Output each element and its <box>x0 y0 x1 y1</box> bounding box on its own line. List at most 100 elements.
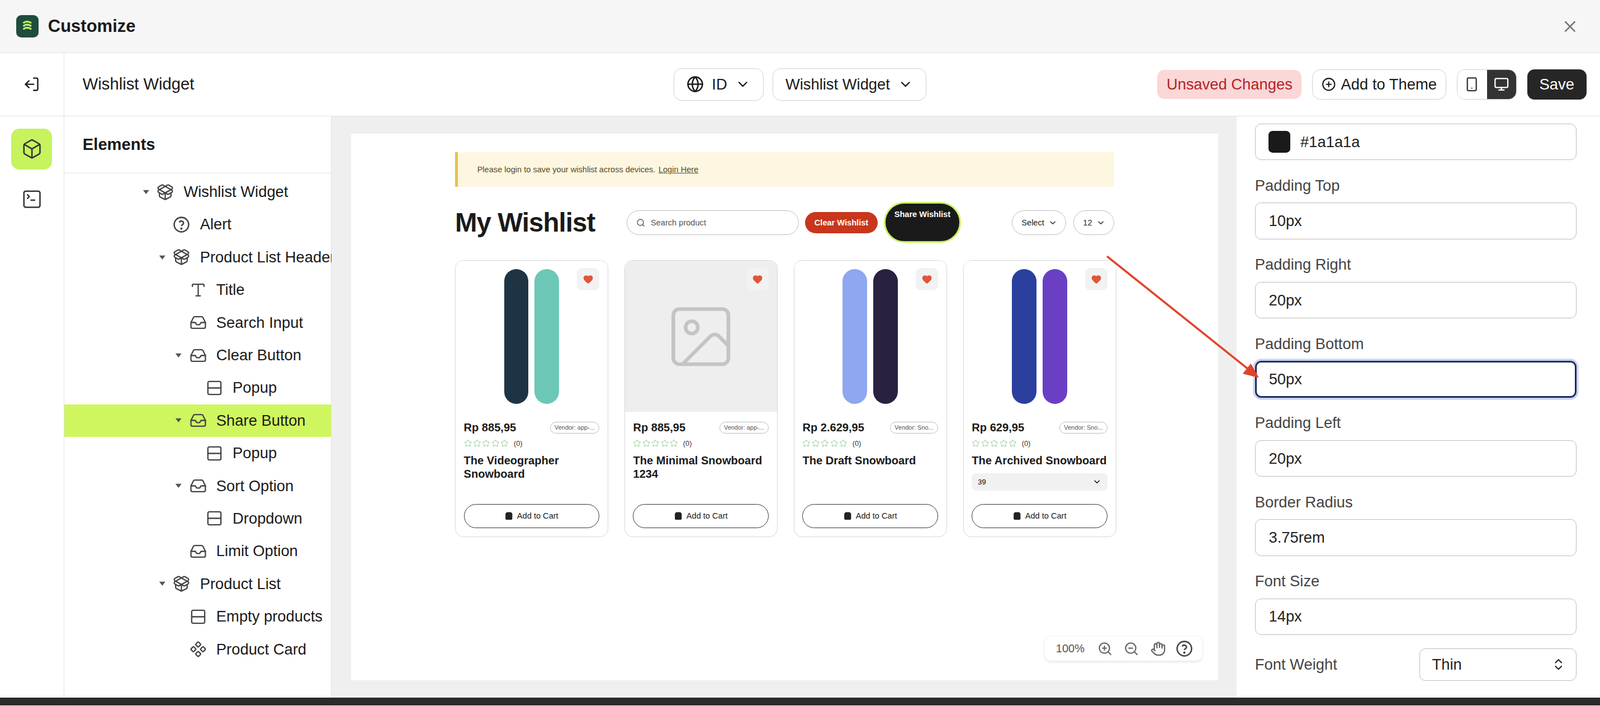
caret-icon[interactable] <box>174 351 183 360</box>
desktop-button[interactable] <box>1487 69 1517 100</box>
color-swatch[interactable] <box>1268 130 1290 153</box>
star-icon <box>971 438 981 448</box>
product-name[interactable]: The Draft Snowboard <box>802 453 939 467</box>
price-row: Rp 2.629,95Vendor: Sno... <box>802 420 939 434</box>
product-image <box>455 260 608 412</box>
zoom-out-button[interactable] <box>1120 637 1143 659</box>
color-field[interactable]: #1a1a1a <box>1255 123 1577 161</box>
wishlist-toggle[interactable] <box>915 267 939 291</box>
star-icon <box>472 438 482 448</box>
add-to-cart-button[interactable]: Add to Cart <box>971 503 1108 529</box>
help-button[interactable] <box>1173 637 1196 659</box>
add-to-cart-button[interactable]: Add to Cart <box>464 503 600 529</box>
pan-button[interactable] <box>1146 637 1169 659</box>
product-name[interactable]: The Archived Snowboard <box>971 453 1108 467</box>
product-card[interactable]: Rp 885,95Vendor: app-... (0) The Minimal S… <box>624 259 778 537</box>
property-input[interactable]: 50px <box>1255 360 1577 398</box>
tree-item[interactable]: Sort Option <box>64 469 331 502</box>
clear-wishlist-button[interactable]: Clear Wishlist <box>805 211 878 234</box>
exit-cell <box>0 53 65 116</box>
tree-item[interactable]: Product List <box>64 567 331 600</box>
login-link[interactable]: Login Here <box>658 164 699 174</box>
tree-item[interactable]: Product Card <box>64 632 331 665</box>
section-icon <box>205 444 224 462</box>
star-icon <box>660 438 670 448</box>
property-input[interactable]: 20px <box>1255 281 1577 319</box>
chevron-down-icon <box>1096 218 1106 227</box>
rating: (0) <box>632 438 769 448</box>
star-icon <box>990 438 999 448</box>
product-card[interactable]: Rp 885,95Vendor: app-...(0)The Videograp… <box>455 259 609 537</box>
plus-icon <box>1321 77 1337 92</box>
tree-item[interactable]: Alert <box>64 207 331 241</box>
caret-icon[interactable] <box>158 579 167 588</box>
property-input[interactable]: 14px <box>1255 598 1577 636</box>
bag-icon <box>674 511 683 520</box>
star-icon <box>481 438 491 448</box>
tree-item[interactable]: Limit Option <box>64 534 331 567</box>
caret-icon[interactable] <box>158 253 167 262</box>
widget-icon <box>172 248 191 266</box>
exit-icon[interactable] <box>23 76 40 93</box>
product-name[interactable]: The Minimal Snowboard 1234 <box>632 453 769 481</box>
chevron-down-icon <box>735 76 751 92</box>
tree-item[interactable]: Search Input <box>64 305 331 339</box>
variant-select[interactable]: 39 <box>971 472 1108 491</box>
close-button[interactable] <box>1556 12 1584 40</box>
tree-item[interactable]: Wishlist Widget <box>64 175 331 208</box>
tree-item[interactable]: Share Button <box>64 404 331 437</box>
property-input[interactable]: 20px <box>1255 439 1577 477</box>
element-icon <box>189 542 207 560</box>
price-row: Rp 885,95Vendor: app-... <box>464 420 600 434</box>
wishlist-toggle[interactable] <box>746 267 769 291</box>
property-input[interactable]: 10px <box>1255 202 1577 240</box>
product-name[interactable]: The Videographer Snowboard <box>464 453 600 481</box>
property-row: Padding Bottom 50px <box>1255 318 1577 397</box>
save-button[interactable]: Save <box>1527 69 1587 101</box>
caret-icon[interactable] <box>174 415 183 425</box>
sort-select[interactable]: Select <box>1011 210 1067 235</box>
add-to-theme-button[interactable]: Add to Theme <box>1312 69 1447 101</box>
tree-item[interactable]: Dropdown <box>64 502 331 535</box>
card-body: Rp 885,95Vendor: app-... (0) The Minimal S… <box>625 411 778 536</box>
star-icon <box>811 438 821 448</box>
review-count: (0) <box>1021 438 1031 448</box>
vendor-tag: Vendor: Sno... <box>890 421 939 434</box>
tree-item[interactable]: Clear Button <box>64 338 331 372</box>
card-body: Rp 629,95Vendor: Sno...(0)The Archived S… <box>963 411 1116 536</box>
tree-item[interactable]: Empty products <box>64 599 331 633</box>
limit-select[interactable]: 12 <box>1073 210 1115 235</box>
add-to-cart-button[interactable]: Add to Cart <box>632 503 769 529</box>
search-input[interactable]: Search product <box>626 210 799 235</box>
elements-tab[interactable] <box>11 128 52 170</box>
product-image <box>963 260 1116 412</box>
code-tab[interactable] <box>11 178 52 220</box>
share-wishlist-button[interactable]: Share Wishlist <box>883 201 962 243</box>
vendor-tag: Vendor: Sno... <box>1059 421 1108 434</box>
tree-item[interactable]: Popup <box>64 436 331 470</box>
star-icon <box>500 438 509 448</box>
add-to-cart-button[interactable]: Add to Cart <box>802 503 939 529</box>
zoom-in-icon <box>1097 640 1113 656</box>
toolbar: Wishlist WidgetIDWishlist WidgetUnsaved … <box>0 53 1600 117</box>
element-icon <box>189 313 207 331</box>
wishlist-toggle[interactable] <box>1085 267 1108 291</box>
property-label: Padding Bottom <box>1255 334 1577 353</box>
tree-item[interactable]: Popup <box>64 371 331 404</box>
template-select[interactable]: Wishlist Widget <box>772 68 927 101</box>
caret-icon[interactable] <box>141 187 151 197</box>
mobile-button[interactable] <box>1457 69 1488 100</box>
product-card[interactable]: Rp 629,95Vendor: Sno...(0)The Archived S… <box>963 259 1117 537</box>
tree-item[interactable]: Product List Header <box>64 240 331 274</box>
device-toggle <box>1456 69 1518 101</box>
zoom-in-button[interactable] <box>1093 637 1116 659</box>
language-select[interactable]: ID <box>673 68 764 101</box>
font-weight-select[interactable]: Thin <box>1419 647 1577 681</box>
property-input[interactable]: 3.75rem <box>1255 518 1577 556</box>
wishlist-toggle[interactable] <box>576 267 600 291</box>
star-icon <box>839 438 848 448</box>
price-row: Rp 885,95Vendor: app-... <box>632 420 769 434</box>
tree-item[interactable]: Title <box>64 273 331 306</box>
caret-icon[interactable] <box>174 481 183 490</box>
product-card[interactable]: Rp 2.629,95Vendor: Sno...(0)The Draft Sn… <box>793 259 948 537</box>
